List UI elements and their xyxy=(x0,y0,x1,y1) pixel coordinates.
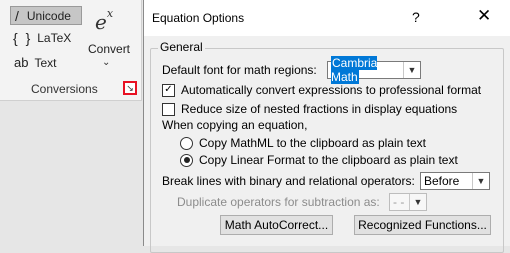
duplicate-label: Duplicate operators for subtraction as: xyxy=(177,195,380,209)
radio-selected-dot xyxy=(183,157,190,163)
copy-linear-radio[interactable] xyxy=(180,153,193,167)
text-ab-icon: ab xyxy=(14,55,29,70)
default-font-value: Cambria Math xyxy=(331,56,378,84)
close-icon[interactable]: ✕ xyxy=(477,6,491,26)
reduce-size-label: Reduce size of nested fractions in displ… xyxy=(181,102,458,116)
copy-linear-label: Copy Linear Format to the clipboard as p… xyxy=(199,153,458,167)
chevron-down-icon: ▼ xyxy=(472,173,489,189)
unicode-slash-icon: / xyxy=(15,7,19,24)
math-autocorrect-button[interactable]: Math AutoCorrect... xyxy=(220,215,333,235)
general-group-label: General xyxy=(158,40,205,54)
break-lines-value: Before xyxy=(424,174,460,188)
text-label: Text xyxy=(34,55,57,70)
copy-mathml-option[interactable]: Copy MathML to the clipboard as plain te… xyxy=(180,136,426,150)
unicode-button[interactable]: / Unicode xyxy=(10,6,82,25)
group-label-conversions: Conversions xyxy=(31,82,98,96)
copy-heading-text: When copying an equation, xyxy=(162,118,308,132)
copy-mathml-radio[interactable] xyxy=(180,136,193,150)
ribbon-conversions-group: / Unicode { } LaTeX ab Text ex Convert ⌄… xyxy=(0,0,142,101)
convert-button-label[interactable]: Convert xyxy=(88,42,130,56)
latex-braces-icon: { } xyxy=(13,30,33,46)
equation-options-dialog: Equation Options ? ✕ General Default fon… xyxy=(143,0,510,253)
dialog-title: Equation Options xyxy=(152,11,245,25)
auto-convert-option[interactable]: ✓ Automatically convert expressions to p… xyxy=(162,83,481,97)
copy-mathml-label: Copy MathML to the clipboard as plain te… xyxy=(199,136,427,150)
copy-heading: When copying an equation, xyxy=(162,118,307,132)
recognized-functions-button[interactable]: Recognized Functions... xyxy=(354,215,491,235)
ex-sup: x xyxy=(106,7,114,20)
help-icon[interactable]: ? xyxy=(412,9,420,25)
check-icon: ✓ xyxy=(164,84,173,95)
auto-convert-checkbox[interactable]: ✓ xyxy=(162,83,175,97)
dialog-titlebar: Equation Options ? ✕ xyxy=(144,0,510,36)
ex-base: e xyxy=(95,10,107,34)
default-font-select[interactable]: Cambria Math ▼ xyxy=(327,56,421,84)
recognized-functions-label: Recognized Functions... xyxy=(358,218,487,232)
latex-label: LaTeX xyxy=(37,31,72,45)
unicode-label: Unicode xyxy=(26,8,71,23)
duplicate-value: - - xyxy=(393,195,405,209)
math-autocorrect-label: Math AutoCorrect... xyxy=(224,218,329,232)
dialog-launcher-icon[interactable]: ↘ xyxy=(123,81,137,95)
break-lines-select[interactable]: Before ▼ xyxy=(420,172,490,190)
text-button[interactable]: ab Text xyxy=(14,55,56,70)
reduce-size-option[interactable]: Reduce size of nested fractions in displ… xyxy=(162,102,457,116)
default-font-label: Default font for math regions: xyxy=(162,63,317,77)
reduce-size-checkbox[interactable] xyxy=(162,102,175,116)
default-font-row: Default font for math regions: xyxy=(162,63,317,77)
copy-linear-option[interactable]: Copy Linear Format to the clipboard as p… xyxy=(180,153,458,167)
break-lines-label: Break lines with binary and relational o… xyxy=(162,174,415,188)
convert-chevron-icon[interactable]: ⌄ xyxy=(102,57,110,68)
chevron-down-icon: ▼ xyxy=(403,62,420,78)
latex-button[interactable]: { } LaTeX xyxy=(13,30,71,46)
duplicate-row: Duplicate operators for subtraction as: xyxy=(177,195,380,209)
duplicate-select[interactable]: - - ▼ xyxy=(389,193,427,211)
auto-convert-label: Automatically convert expressions to pro… xyxy=(181,83,482,97)
chevron-down-icon: ▼ xyxy=(409,194,426,210)
break-lines-row: Break lines with binary and relational o… xyxy=(162,174,415,188)
convert-ex-icon[interactable]: ex xyxy=(95,7,113,34)
